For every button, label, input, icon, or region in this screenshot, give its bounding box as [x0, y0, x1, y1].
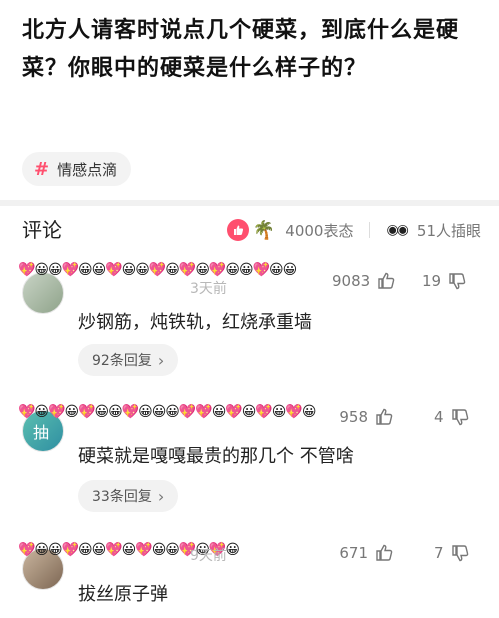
dislike-button[interactable]: 7 — [434, 543, 470, 563]
dislike-count: 19 — [422, 272, 442, 290]
username-emojis[interactable]: 💖😀😀💖😀😀💖😀😀💖😀💖😀💖😀😀💖😀😀 — [18, 262, 297, 278]
dislike-button[interactable]: 4 — [434, 407, 470, 427]
thumb-down-icon — [451, 409, 468, 426]
view-replies-button[interactable]: 92条回复 › — [78, 344, 179, 376]
thumb-up-icon — [376, 544, 393, 561]
chevron-right-icon: › — [157, 486, 165, 506]
comment-time: 9天前 — [190, 548, 227, 564]
thumb-down-icon — [449, 273, 466, 290]
like-button[interactable]: 9083 — [332, 271, 396, 291]
dislike-button[interactable]: 19 — [422, 271, 467, 291]
chevron-right-icon: › — [157, 350, 165, 370]
thumb-up-icon — [376, 408, 393, 425]
thumb-down-icon — [451, 545, 468, 562]
dislike-count: 7 — [434, 544, 444, 562]
hashtag-icon: # — [34, 158, 50, 180]
comment-time: 3天前 — [190, 281, 227, 297]
divider — [369, 222, 371, 238]
dislike-count: 4 — [434, 408, 444, 426]
comment-text: 炒钢筋，炖铁轨，红烧承重墙 — [78, 312, 312, 333]
comment-text: 拔丝原子弹 — [78, 584, 168, 605]
question-title: 北方人请客时说点几个硬菜，到底什么是硬菜？你眼中的硬菜是什么样子的？ — [22, 18, 460, 81]
avatar[interactable] — [22, 272, 64, 314]
question-card: 北方人请客时说点几个硬菜，到底什么是硬菜？你眼中的硬菜是什么样子的？ # 情感点… — [0, 0, 499, 200]
reaction-count: 4000表态 — [285, 221, 354, 240]
like-button[interactable]: 958 — [332, 407, 394, 427]
like-count: 671 — [339, 544, 368, 562]
reply-count: 92条回复 — [92, 353, 152, 369]
like-count: 9083 — [332, 272, 371, 290]
reply-count: 33条回复 — [92, 489, 152, 505]
thumb-up-icon — [378, 272, 395, 289]
topic-tag[interactable]: # 情感点滴 — [22, 152, 132, 186]
username-emojis[interactable]: 💖😀😀💖😀😀💖😀💖😀😀💖😀💖😀 — [18, 542, 240, 558]
comments-title: 评论 — [22, 218, 62, 242]
palm-tree-reaction-icon: 🌴 — [252, 219, 276, 241]
eyes-icon: ◉◉ — [386, 222, 408, 238]
reactions-summary[interactable]: 🌴 4000表态 ◉◉ 51人插眼 — [226, 216, 481, 244]
like-count: 958 — [339, 408, 368, 426]
view-replies-button[interactable]: 33条回复 › — [78, 480, 179, 512]
thumb-up-reaction-icon — [226, 219, 249, 241]
comment-text: 硬菜就是嘎嘎最贵的那几个 不管啥 — [78, 446, 354, 467]
avatar-letter-icon: 抽 — [33, 423, 50, 442]
username-emojis[interactable]: 💖😀💖😀💖😀😀💖😀😀😀💖💖😀💖😀💖😀💖😀 — [18, 404, 316, 420]
insert-count: 51人插眼 — [416, 221, 481, 240]
topic-tag-label: 情感点滴 — [57, 160, 118, 179]
like-button[interactable]: 671 — [332, 543, 394, 563]
